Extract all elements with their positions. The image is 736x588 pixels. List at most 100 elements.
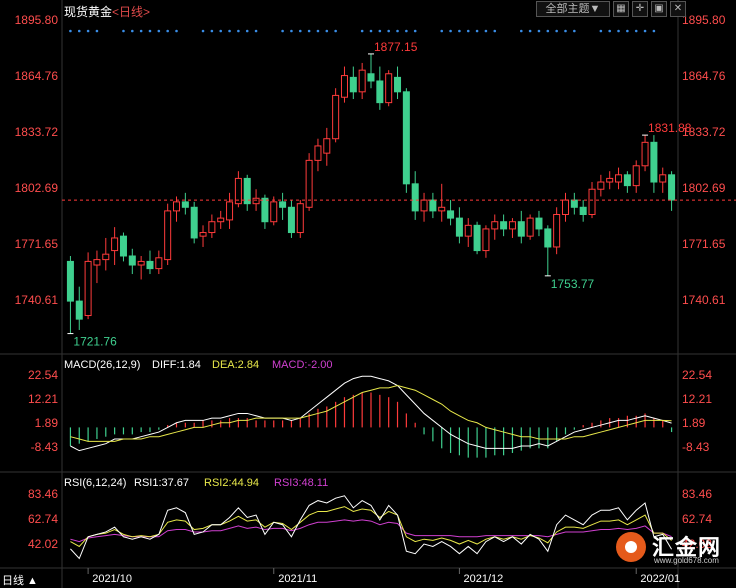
candle: [553, 213, 561, 248]
rsi-axis-label: 42.02: [28, 537, 58, 551]
date-label: 2021/10: [92, 573, 132, 585]
price-axis-label: 1802.69: [15, 181, 59, 195]
candle: [261, 197, 269, 223]
event-dot: [290, 29, 293, 33]
event-dot: [369, 29, 373, 33]
event-dot: [228, 29, 231, 33]
event-dot: [307, 29, 311, 33]
candle: [128, 255, 136, 266]
candle: [517, 221, 525, 237]
event-dot: [440, 29, 444, 33]
event-dot: [245, 29, 249, 33]
kline-chart[interactable]: 1895.80 1895.801864.76 1864.761833.72 1833.…: [0, 0, 736, 588]
event-dot: [599, 29, 603, 33]
event-dot: [519, 29, 523, 33]
candle: [66, 260, 74, 302]
event-dot: [122, 29, 125, 33]
candle: [411, 183, 419, 212]
macd-axis-label: 12.21: [682, 392, 712, 406]
candle: [84, 260, 92, 317]
event-dot: [493, 29, 497, 33]
candle: [190, 206, 198, 239]
candle: [606, 177, 614, 183]
rsi2-line: [70, 506, 672, 548]
candle: [358, 69, 366, 93]
logo-mark-icon: [616, 532, 646, 562]
date-label: 2021/12: [464, 573, 504, 585]
candle: [75, 300, 83, 320]
candle: [641, 141, 649, 167]
candle: [270, 201, 278, 223]
price-axis-label: 1864.76: [682, 69, 726, 83]
candle: [508, 221, 516, 230]
candle: [473, 224, 481, 252]
restore-icon[interactable]: ▣: [651, 1, 667, 17]
grid-icon[interactable]: ▦: [613, 1, 629, 17]
price-axis-label: 1864.76: [15, 69, 59, 83]
event-dot: [334, 29, 337, 33]
event-dot: [564, 29, 567, 33]
candle: [137, 260, 145, 266]
candle: [164, 210, 172, 261]
price-axis-label: 1771.65: [15, 237, 59, 251]
candle: [287, 206, 295, 234]
rsi-axis-label: 62.74: [28, 512, 58, 526]
macd-axis-label: -8.43: [682, 440, 710, 454]
event-dot: [281, 29, 284, 33]
event-dot: [449, 29, 452, 33]
event-dot: [378, 29, 382, 33]
date-label: 2021/11: [278, 573, 317, 585]
candle: [570, 199, 578, 208]
candle: [102, 253, 110, 261]
date-label: 2022/01: [640, 573, 680, 585]
low-label: 1753.77: [551, 277, 595, 291]
rsi-axis-label: 83.46: [28, 487, 58, 501]
event-dot: [316, 29, 320, 33]
event-dot: [254, 29, 258, 33]
candle: [376, 80, 384, 104]
macd-axis-label: 22.54: [28, 368, 58, 382]
close-icon[interactable]: ✕: [670, 1, 686, 17]
rsi-label: RSI(6,12,24): [64, 477, 126, 489]
event-dot: [405, 29, 408, 33]
price-axis-label: 1895.80: [15, 13, 59, 27]
event-dot: [475, 29, 479, 33]
event-dot: [643, 29, 647, 33]
event-dot: [325, 29, 329, 33]
macd-axis-label: 1.89: [682, 416, 706, 430]
theme-select[interactable]: 全部主题▼: [536, 1, 610, 17]
gold678-logo: 汇金网 www.gold678.com: [612, 526, 730, 568]
instrument-name: 现货黄金: [64, 5, 113, 19]
candle: [500, 221, 508, 230]
candle: [199, 232, 207, 237]
period-toggle[interactable]: 日线 ▲: [2, 572, 38, 588]
macd-label: MACD(26,12,9): [64, 359, 140, 371]
candle: [632, 165, 640, 187]
candle: [659, 174, 667, 183]
event-dot: [148, 29, 152, 33]
macd-dea: DEA:2.84: [212, 359, 259, 371]
candle: [402, 91, 410, 185]
high-label: 1831.88: [648, 121, 692, 135]
crosshair-icon[interactable]: ✛: [632, 1, 648, 17]
macd-diff: DIFF:1.84: [152, 359, 201, 371]
candle: [561, 199, 569, 215]
candle: [544, 228, 552, 248]
candle: [615, 174, 623, 183]
candle: [367, 73, 375, 82]
event-dot: [95, 29, 99, 33]
event-dot: [537, 29, 541, 33]
period-label[interactable]: <日线>: [112, 5, 150, 19]
event-dot: [131, 29, 134, 33]
price-axis-label: 1895.80: [682, 13, 726, 27]
candle: [111, 237, 119, 252]
candle: [526, 217, 534, 237]
candle: [535, 217, 543, 230]
event-dot: [634, 29, 638, 33]
event-dot: [210, 29, 214, 33]
candle: [252, 197, 260, 205]
candle: [155, 257, 163, 270]
event-dot: [86, 29, 90, 33]
candle: [208, 221, 216, 234]
low-label: 1721.76: [73, 335, 117, 349]
